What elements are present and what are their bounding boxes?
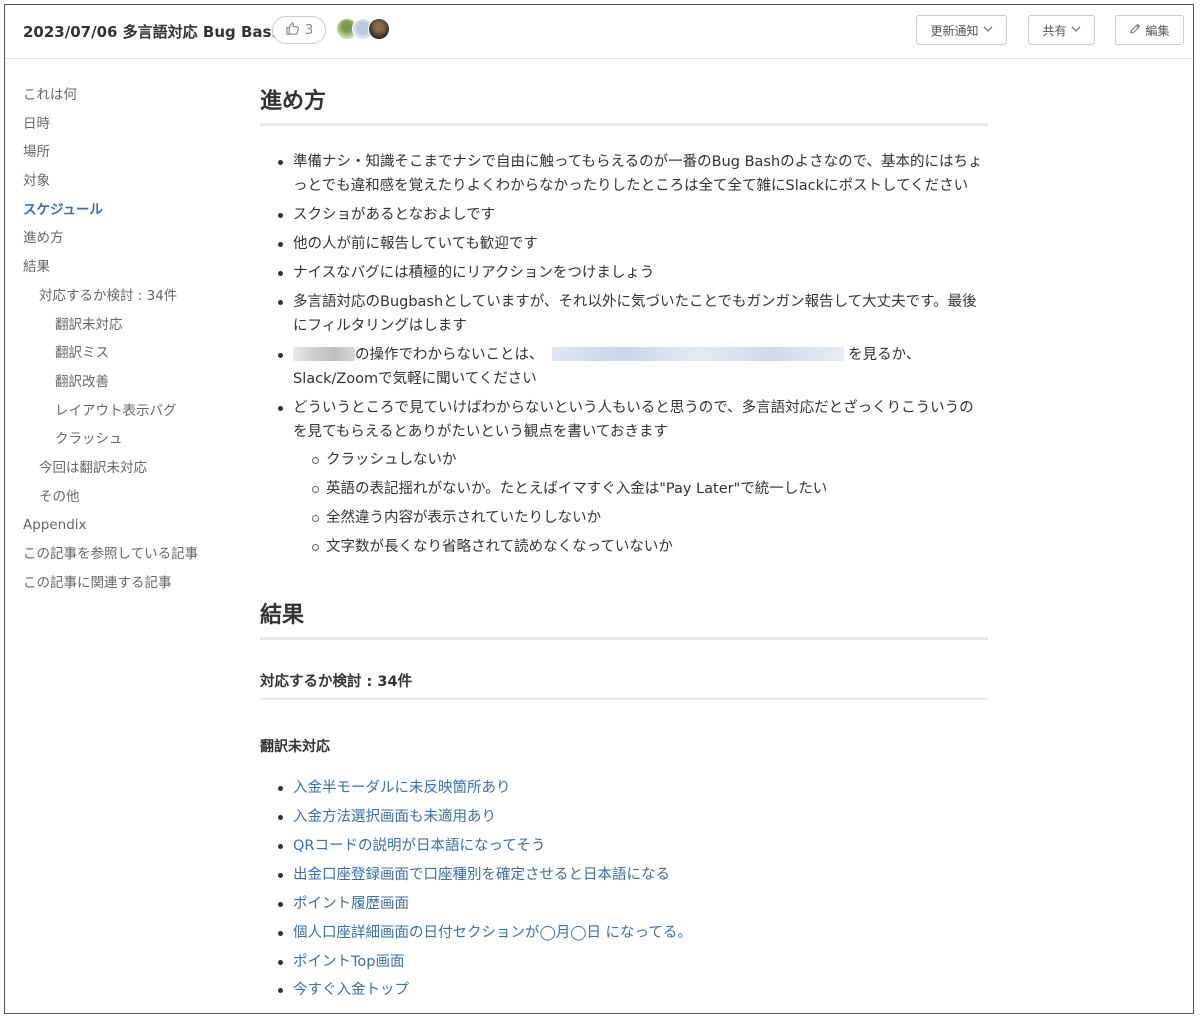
viewpoint-sublist: クラッシュしないか 英語の表記揺れがないか。たとえばイマすぐ入金は"Pay La… bbox=[293, 448, 988, 559]
section-heading-results: 結果 bbox=[260, 597, 988, 641]
list-item: ポイント履歴画面 bbox=[278, 892, 988, 916]
list-item: 入金方法選択画面も未適用あり bbox=[278, 805, 988, 829]
list-item: ポイントTop画面 bbox=[278, 950, 988, 974]
list-item: 準備ナシ・知識そこまでナシで自由に触ってもらえるのが一番のBug Bashのよさ… bbox=[278, 150, 988, 198]
issue-link[interactable]: 今すぐ入金トップ bbox=[293, 982, 409, 998]
sub-list-item: クラッシュしないか bbox=[312, 448, 988, 472]
list-item-text: どういうところで見ていけばわからないという人もいると思うので、多言語対応だとざっ… bbox=[293, 399, 974, 441]
toc-item-target[interactable]: 対象 bbox=[23, 167, 238, 196]
toc-item-results[interactable]: 結果 bbox=[23, 253, 238, 282]
issue-link[interactable]: QRコードの説明が日本語になってそう bbox=[293, 838, 545, 854]
untranslated-issue-list: 入金半モーダルに未反映箇所あり 入金方法選択画面も未適用あり QRコードの説明が… bbox=[260, 776, 988, 1002]
issue-link[interactable]: 入金半モーダルに未反映箇所あり bbox=[293, 780, 511, 796]
issue-link[interactable]: 出金口座登録画面で口座種別を確定させると日本語になる bbox=[293, 867, 670, 883]
like-button[interactable]: 3 bbox=[272, 16, 327, 44]
sub-list-item: 文字数が長くなり省略されて読めなくなっていないか bbox=[312, 535, 988, 559]
how-to-proceed-list: 準備ナシ・知識そこまでナシで自由に触ってもらえるのが一番のBug Bashのよさ… bbox=[260, 150, 988, 559]
toc-item-referencing-articles[interactable]: この記事を参照している記事 bbox=[23, 540, 238, 569]
toc-item-mistranslation[interactable]: 翻訳ミス bbox=[23, 339, 238, 368]
redacted-link[interactable] bbox=[552, 346, 845, 361]
toc-item-appendix[interactable]: Appendix bbox=[23, 511, 238, 540]
list-item: QRコードの説明が日本語になってそう bbox=[278, 834, 988, 858]
sub-list-item: 全然違う内容が表示されていたりしないか bbox=[312, 506, 988, 530]
chevron-down-icon bbox=[1071, 25, 1081, 36]
like-count: 3 bbox=[305, 22, 314, 38]
list-item-text: の操作でわからないことは、 bbox=[355, 346, 544, 363]
list-item: 他の人が前に報告していても歓迎です bbox=[278, 232, 988, 256]
list-item: 個人口座詳細画面の日付セクションが◯月◯日 になってる。 bbox=[278, 921, 988, 945]
list-item: ナイスなバグには積極的にリアクションをつけましょう bbox=[278, 261, 988, 285]
list-item: の操作でわからないことは、 を見るか、 Slack/Zoomで気軽に聞いてくださ… bbox=[278, 343, 988, 391]
issue-link[interactable]: 個人口座詳細画面の日付セクションが◯月◯日 になってる。 bbox=[293, 925, 692, 941]
table-of-contents: これは何 日時 場所 対象 スケジュール 進め方 結果 対応するか検討 : 34… bbox=[23, 81, 238, 597]
update-notify-button[interactable]: 更新通知 bbox=[916, 15, 1007, 45]
toc-item-translation-improvement[interactable]: 翻訳改善 bbox=[23, 368, 238, 397]
update-notify-label: 更新通知 bbox=[930, 23, 979, 38]
list-item-text: Slack/Zoomで気軽に聞いてください bbox=[293, 371, 537, 388]
participant-avatars bbox=[336, 18, 390, 40]
share-label: 共有 bbox=[1042, 23, 1067, 38]
subheading-consider: 対応するか検討 : 34件 bbox=[260, 670, 988, 701]
section-heading-how-to-proceed: 進め方 bbox=[260, 83, 988, 126]
issue-link[interactable]: ポイント履歴画面 bbox=[293, 896, 409, 912]
list-item: 入金半モーダルに未反映箇所あり bbox=[278, 776, 988, 800]
toc-item-untranslated[interactable]: 翻訳未対応 bbox=[23, 311, 238, 340]
issue-link[interactable]: 入金方法選択画面も未適用あり bbox=[293, 809, 496, 825]
pencil-icon bbox=[1129, 23, 1141, 38]
list-item-text: を見るか、 bbox=[848, 346, 921, 363]
redacted-text bbox=[293, 346, 355, 361]
toc-item-datetime[interactable]: 日時 bbox=[23, 110, 238, 139]
share-button[interactable]: 共有 bbox=[1028, 15, 1095, 45]
thumbs-up-icon bbox=[285, 21, 300, 40]
toc-item-what[interactable]: これは何 bbox=[23, 81, 238, 110]
sub-list-item: 英語の表記揺れがないか。たとえばイマすぐ入金は"Pay Later"で統一したい bbox=[312, 477, 988, 501]
toc-item-consider[interactable]: 対応するか検討 : 34件 bbox=[23, 282, 238, 311]
list-item: 今すぐ入金トップ bbox=[278, 978, 988, 1002]
toc-item-place[interactable]: 場所 bbox=[23, 138, 238, 167]
toc-item-layout-bug[interactable]: レイアウト表示バグ bbox=[23, 397, 238, 426]
avatar[interactable] bbox=[368, 18, 390, 40]
toc-item-other[interactable]: その他 bbox=[23, 483, 238, 512]
toc-item-schedule[interactable]: スケジュール bbox=[23, 196, 238, 225]
edit-button[interactable]: 編集 bbox=[1115, 15, 1184, 45]
article-body: 進め方 準備ナシ・知識そこまでナシで自由に触ってもらえるのが一番のBug Bas… bbox=[260, 83, 988, 1007]
document-page: 2023/07/06 多言語対応 Bug Bash 3 更新通知 共有 編集 こ… bbox=[4, 4, 1194, 1014]
page-title: 2023/07/06 多言語対応 Bug Bash bbox=[23, 23, 283, 41]
page-header: 2023/07/06 多言語対応 Bug Bash 3 更新通知 共有 編集 bbox=[5, 5, 1193, 59]
issue-link[interactable]: ポイントTop画面 bbox=[293, 954, 404, 970]
subsubheading-untranslated: 翻訳未対応 bbox=[260, 739, 330, 756]
toc-item-crash[interactable]: クラッシュ bbox=[23, 425, 238, 454]
list-item: 出金口座登録画面で口座種別を確定させると日本語になる bbox=[278, 863, 988, 887]
edit-label: 編集 bbox=[1145, 23, 1170, 38]
list-item: スクショがあるとなおよしです bbox=[278, 203, 988, 227]
list-item: 多言語対応のBugbashとしていますが、それ以外に気づいたことでもガンガン報告… bbox=[278, 290, 988, 338]
list-item: どういうところで見ていけばわからないという人もいると思うので、多言語対応だとざっ… bbox=[278, 396, 988, 559]
toc-item-how-to-proceed[interactable]: 進め方 bbox=[23, 224, 238, 253]
toc-item-related-articles[interactable]: この記事に関連する記事 bbox=[23, 569, 238, 598]
chevron-down-icon bbox=[983, 25, 993, 36]
toc-item-not-this-time[interactable]: 今回は翻訳未対応 bbox=[23, 454, 238, 483]
